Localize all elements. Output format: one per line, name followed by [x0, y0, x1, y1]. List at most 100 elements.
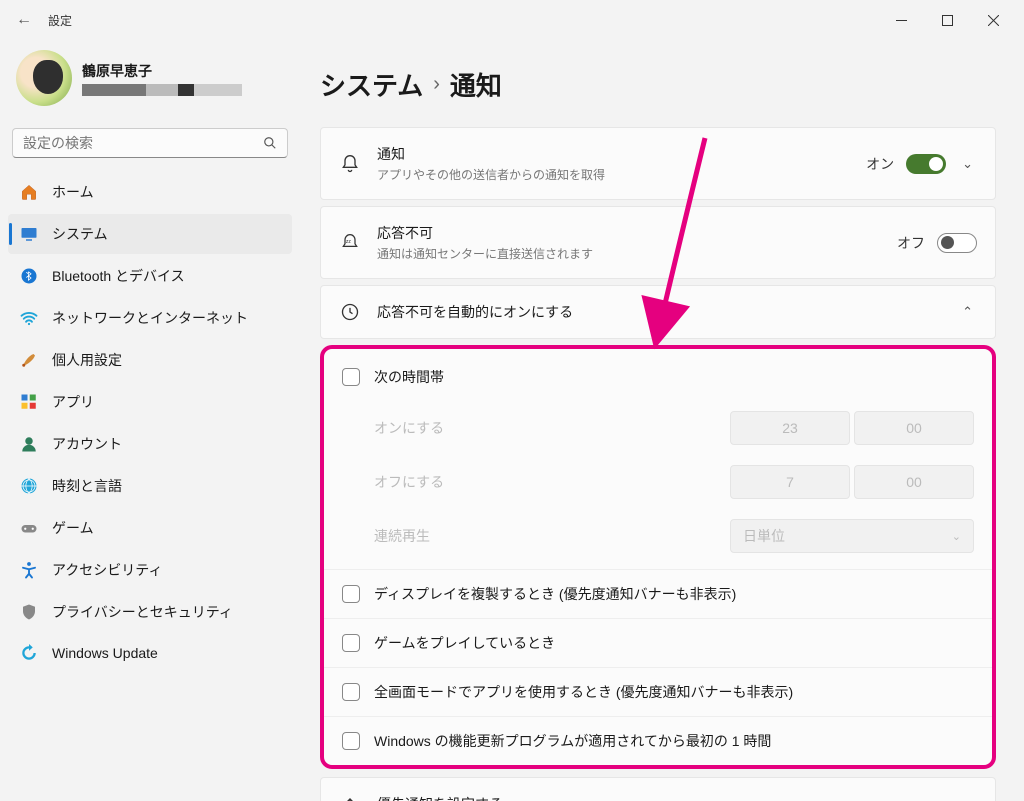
search-box[interactable] [12, 128, 288, 158]
sidebar-item-label: ネットワークとインターネット [52, 308, 248, 328]
chevron-down-icon[interactable]: ⌄ [958, 156, 977, 172]
sidebar-item-system[interactable]: システム [8, 214, 292, 254]
on-hour-field[interactable]: 23 [730, 411, 850, 445]
sidebar-item-privacy[interactable]: プライバシーとセキュリティ [8, 592, 292, 632]
sidebar-item-label: アカウント [52, 434, 122, 454]
sidebar-item-label: 個人用設定 [52, 350, 122, 370]
timeband-row[interactable]: 次の時間帯 [324, 349, 992, 401]
sidebar-item-label: 時刻と言語 [52, 476, 122, 496]
back-button[interactable]: ← [8, 4, 40, 36]
sidebar-item-account[interactable]: アカウント [8, 424, 292, 464]
after-update-checkbox[interactable] [342, 732, 360, 750]
playing-game-checkbox[interactable] [342, 634, 360, 652]
auto-dnd-expanded-highlight: 次の時間帯 オンにする 23 00 オフにする 7 00 [320, 345, 996, 769]
off-hour-field[interactable]: 7 [730, 465, 850, 499]
fullscreen-app-label: 全画面モードでアプリを使用するとき (優先度通知バナーも非表示) [374, 682, 793, 702]
chevron-right-icon[interactable]: › [965, 797, 977, 801]
chevron-up-icon[interactable]: ⌃ [958, 304, 977, 320]
toggle-state: オン [866, 154, 894, 174]
timeband-label: 次の時間帯 [374, 367, 444, 387]
sidebar-item-label: ホーム [52, 182, 94, 202]
profile-block[interactable]: 鶴原早恵子 [8, 40, 292, 124]
profile-sub-redacted [82, 84, 242, 96]
row-title: 通知 [377, 144, 850, 164]
sidebar-item-apps[interactable]: アプリ [8, 382, 292, 422]
avatar [16, 50, 72, 106]
account-icon [20, 435, 38, 453]
duplicate-display-checkbox[interactable] [342, 585, 360, 603]
sidebar-item-label: Windows Update [52, 645, 158, 661]
repeat-label: 連続再生 [374, 526, 730, 546]
duplicate-display-row[interactable]: ディスプレイを複製するとき (優先度通知バナーも非表示) [324, 569, 992, 618]
sidebar-item-network[interactable]: ネットワークとインターネット [8, 298, 292, 338]
priority-notifications-row[interactable]: 優先通知を設定する › [321, 778, 995, 801]
on-time-label: オンにする [374, 418, 730, 438]
off-time-label: オフにする [374, 472, 730, 492]
maximize-button[interactable] [924, 4, 970, 36]
dnd-icon: zz [339, 233, 361, 253]
off-minute-field[interactable]: 00 [854, 465, 974, 499]
sidebar-item-personalization[interactable]: 個人用設定 [8, 340, 292, 380]
breadcrumb-parent[interactable]: システム [320, 66, 423, 103]
main-panel: システム › 通知 通知 アプリやその他の送信者からの通知を取得 オン ⌄ [300, 40, 1024, 801]
search-icon [263, 136, 277, 150]
profile-name: 鶴原早恵子 [82, 61, 242, 81]
clock-icon [339, 302, 361, 322]
brush-icon [20, 351, 38, 369]
sidebar-item-home[interactable]: ホーム [8, 172, 292, 212]
row-title: 応答不可を自動的にオンにする [377, 302, 942, 322]
title-bar: ← 設定 [0, 0, 1024, 40]
shield-icon [20, 603, 38, 621]
row-title: 応答不可 [377, 223, 881, 243]
after-update-label: Windows の機能更新プログラムが適用されてから最初の 1 時間 [374, 731, 771, 751]
playing-game-label: ゲームをプレイしているとき [374, 633, 555, 653]
bell-icon [339, 154, 361, 174]
sidebar-item-label: システム [52, 224, 108, 244]
sidebar: 鶴原早恵子 ホーム システム Bluetooth とデバイス [0, 40, 300, 801]
sidebar-item-label: ゲーム [52, 518, 94, 538]
close-button[interactable] [970, 4, 1016, 36]
sidebar-item-time[interactable]: 時刻と言語 [8, 466, 292, 506]
repeat-value: 日単位 [743, 526, 785, 546]
fullscreen-app-row[interactable]: 全画面モードでアプリを使用するとき (優先度通知バナーも非表示) [324, 667, 992, 716]
playing-game-row[interactable]: ゲームをプレイしているとき [324, 618, 992, 667]
sidebar-item-label: プライバシーとセキュリティ [52, 602, 233, 622]
duplicate-display-label: ディスプレイを複製するとき (優先度通知バナーも非表示) [374, 584, 736, 604]
sidebar-item-bluetooth[interactable]: Bluetooth とデバイス [8, 256, 292, 296]
home-icon [20, 183, 38, 201]
notifications-row[interactable]: 通知 アプリやその他の送信者からの通知を取得 オン ⌄ [321, 128, 995, 199]
update-icon [20, 644, 38, 662]
priority-icon [339, 794, 361, 801]
row-subtitle: アプリやその他の送信者からの通知を取得 [377, 166, 850, 183]
chevron-down-icon: ⌄ [952, 530, 961, 543]
breadcrumb-current: 通知 [450, 66, 502, 103]
auto-dnd-row[interactable]: 応答不可を自動的にオンにする ⌃ [321, 286, 995, 338]
on-minute-field[interactable]: 00 [854, 411, 974, 445]
search-input[interactable] [23, 135, 263, 151]
minimize-button[interactable] [878, 4, 924, 36]
time-icon [20, 477, 38, 495]
wifi-icon [20, 309, 38, 327]
sidebar-item-accessibility[interactable]: アクセシビリティ [8, 550, 292, 590]
breadcrumb: システム › 通知 [320, 66, 996, 103]
svg-text:zz: zz [346, 239, 352, 245]
repeat-dropdown[interactable]: 日単位 ⌄ [730, 519, 974, 553]
accessibility-icon [20, 561, 38, 579]
system-icon [20, 225, 38, 243]
nav-list: ホーム システム Bluetooth とデバイス ネットワークとインターネット … [8, 172, 292, 672]
sidebar-item-label: アクセシビリティ [52, 560, 162, 580]
fullscreen-app-checkbox[interactable] [342, 683, 360, 701]
chevron-right-icon: › [433, 73, 440, 96]
apps-icon [20, 393, 38, 411]
bluetooth-icon [20, 267, 38, 285]
toggle-state: オフ [897, 233, 925, 253]
sidebar-item-label: Bluetooth とデバイス [52, 266, 185, 286]
dnd-toggle[interactable] [937, 233, 977, 253]
timeband-checkbox[interactable] [342, 368, 360, 386]
after-update-row[interactable]: Windows の機能更新プログラムが適用されてから最初の 1 時間 [324, 716, 992, 765]
sidebar-item-gaming[interactable]: ゲーム [8, 508, 292, 548]
notifications-toggle[interactable] [906, 154, 946, 174]
dnd-row[interactable]: zz 応答不可 通知は通知センターに直接送信されます オフ [321, 207, 995, 278]
sidebar-item-update[interactable]: Windows Update [8, 634, 292, 672]
row-title: 優先通知を設定する [377, 794, 949, 801]
